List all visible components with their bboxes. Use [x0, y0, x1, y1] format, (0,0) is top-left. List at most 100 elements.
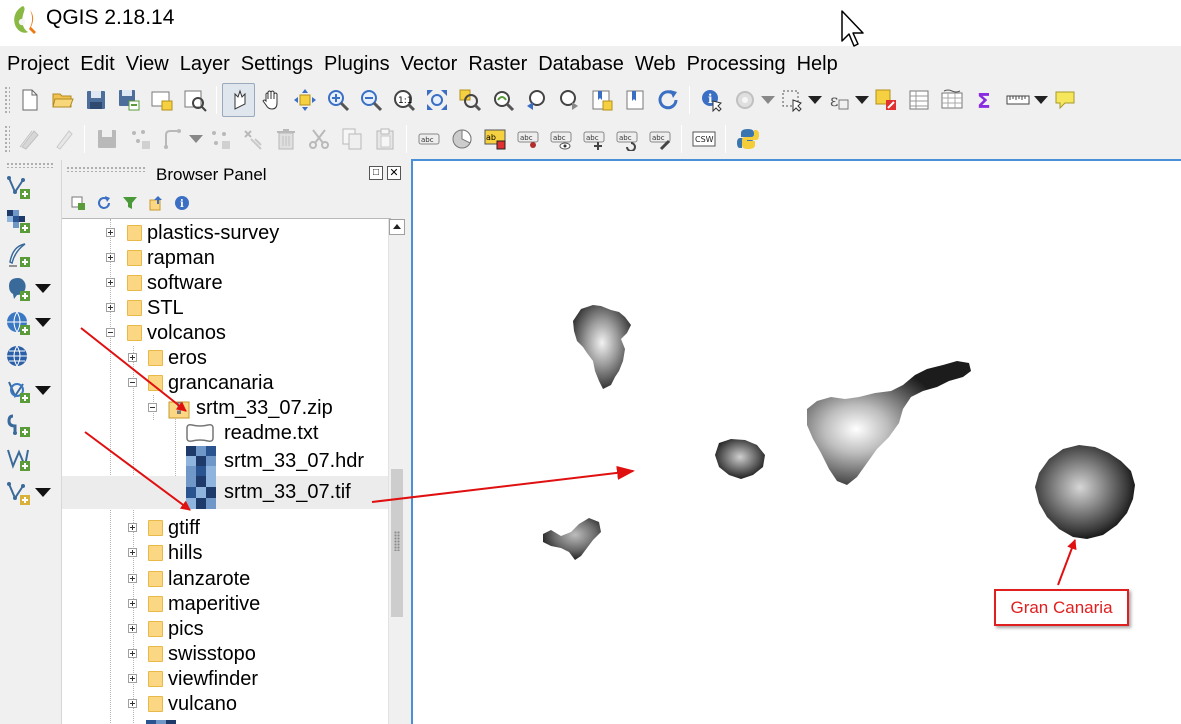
zoom-in-icon[interactable]	[321, 83, 354, 117]
statistics-icon[interactable]: Σ	[968, 83, 1001, 117]
refresh-icon[interactable]	[651, 83, 684, 117]
collapse-toggle[interactable]	[106, 328, 115, 337]
measure-icon[interactable]	[1001, 83, 1034, 117]
zoom-last-icon[interactable]	[519, 83, 552, 117]
open-project-icon[interactable]	[46, 83, 79, 117]
menu-processing[interactable]: Processing	[683, 51, 793, 78]
tree-item-grancanaria[interactable]: grancanaria	[62, 371, 391, 396]
tree-scrollbar[interactable]	[388, 219, 405, 724]
deselect-icon[interactable]	[869, 83, 902, 117]
add-wms-layer-icon[interactable]	[3, 342, 33, 372]
expand-toggle[interactable]	[128, 699, 137, 708]
layer-diagram-icon[interactable]	[445, 122, 478, 156]
expand-toggle[interactable]	[106, 278, 115, 287]
rotate-label-icon[interactable]: abc	[610, 122, 643, 156]
expand-toggle[interactable]	[128, 523, 137, 532]
toolbar-grip[interactable]	[4, 125, 10, 153]
add-virtual-layer-icon[interactable]	[3, 410, 33, 440]
add-mssql-layer-icon[interactable]	[3, 478, 33, 508]
expand-toggle[interactable]	[128, 649, 137, 658]
menu-plugins[interactable]: Plugins	[320, 51, 397, 78]
csw-icon[interactable]: CSW	[687, 122, 720, 156]
new-bookmark-icon[interactable]	[585, 83, 618, 117]
tree-item-vulcano[interactable]: vulcano	[62, 692, 391, 717]
run-feature-action-icon[interactable]	[728, 83, 761, 117]
cut-features-icon[interactable]	[302, 122, 335, 156]
pan-to-selection-icon[interactable]	[288, 83, 321, 117]
tree-item-srtm-tif[interactable]: srtm_33_07.tif	[62, 476, 391, 509]
add-oracle-layer-icon[interactable]	[3, 444, 33, 474]
menu-help[interactable]: Help	[793, 51, 845, 78]
zoom-out-icon[interactable]	[354, 83, 387, 117]
expand-toggle[interactable]	[128, 674, 137, 683]
add-spatialite-layer-dropdown[interactable]	[35, 318, 51, 328]
add-feature-icon[interactable]	[123, 122, 156, 156]
filter-icon[interactable]	[120, 193, 140, 213]
menu-layer[interactable]: Layer	[176, 51, 237, 78]
measure-dropdown[interactable]	[1034, 83, 1048, 117]
select-by-expression-icon[interactable]: ε	[822, 83, 855, 117]
highlight-pinned-labels-icon[interactable]: ab	[478, 122, 511, 156]
expand-toggle[interactable]	[128, 624, 137, 633]
tree-item-hills[interactable]: hills	[62, 541, 391, 566]
tree-item-stl[interactable]: STL	[62, 296, 391, 321]
refresh-icon[interactable]	[94, 193, 114, 213]
new-project-icon[interactable]	[13, 83, 46, 117]
menu-web[interactable]: Web	[631, 51, 683, 78]
new-print-composer-icon[interactable]	[145, 83, 178, 117]
menu-database[interactable]: Database	[534, 51, 631, 78]
zoom-to-selection-icon[interactable]	[453, 83, 486, 117]
menu-raster[interactable]: Raster	[464, 51, 534, 78]
show-bookmarks-icon[interactable]	[618, 83, 651, 117]
collapse-toggle[interactable]	[148, 403, 157, 412]
add-selected-layers-icon[interactable]	[68, 193, 88, 213]
add-spatialite-layer-icon[interactable]	[3, 308, 33, 338]
zoom-native-icon[interactable]: 1:1	[387, 83, 420, 117]
expand-toggle[interactable]	[128, 599, 137, 608]
collapse-toggle[interactable]	[128, 378, 137, 387]
tree-item-readme[interactable]: readme.txt	[62, 421, 391, 446]
delete-part-icon[interactable]	[236, 122, 269, 156]
panel-float-button[interactable]: □	[369, 166, 383, 180]
tree-item-eros[interactable]: eros	[62, 346, 391, 371]
save-project-icon[interactable]	[79, 83, 112, 117]
expand-toggle[interactable]	[128, 353, 137, 362]
expand-toggle[interactable]	[128, 574, 137, 583]
identify-icon[interactable]: i	[695, 83, 728, 117]
add-wfs-layer-dropdown[interactable]	[35, 386, 51, 396]
expand-toggle[interactable]	[106, 228, 115, 237]
run-feature-action-dropdown[interactable]	[761, 83, 775, 117]
tree-item-gtiff[interactable]: gtiff	[62, 516, 391, 541]
tree-item-srtm-hdr[interactable]: srtm_33_07.hdr	[62, 446, 391, 476]
field-calculator-icon[interactable]	[935, 83, 968, 117]
toolbar-grip[interactable]	[6, 162, 54, 168]
pan-hand-icon[interactable]	[255, 83, 288, 117]
current-edits-icon[interactable]	[13, 122, 46, 156]
scroll-thumb[interactable]	[391, 469, 403, 617]
pan-map-icon[interactable]	[222, 83, 255, 117]
tree-item-software[interactable]: software	[62, 271, 391, 296]
pin-labels-icon[interactable]: abc	[511, 122, 544, 156]
zoom-next-icon[interactable]	[552, 83, 585, 117]
menu-project[interactable]: Project	[3, 51, 76, 78]
tree-item-lanzarote[interactable]: lanzarote	[62, 567, 391, 592]
digitize-dropdown[interactable]	[189, 122, 203, 156]
properties-icon[interactable]: i	[172, 193, 192, 213]
add-delimited-text-icon[interactable]	[3, 240, 33, 270]
tree-item-pics[interactable]: pics	[62, 617, 391, 642]
select-features-dropdown[interactable]	[808, 83, 822, 117]
add-wfs-layer-icon[interactable]	[3, 376, 33, 406]
save-edits-icon[interactable]	[90, 122, 123, 156]
select-features-icon[interactable]	[775, 83, 808, 117]
add-postgis-layer-dropdown[interactable]	[35, 284, 51, 294]
panel-grip[interactable]	[66, 166, 146, 172]
layer-labeling-icon[interactable]: abc	[412, 122, 445, 156]
toolbar-grip[interactable]	[4, 86, 10, 114]
menu-settings[interactable]: Settings	[237, 51, 320, 78]
tree-item-rapman[interactable]: rapman	[62, 246, 391, 271]
toggle-editing-icon[interactable]	[46, 122, 79, 156]
menu-view[interactable]: View	[122, 51, 176, 78]
show-hide-labels-icon[interactable]: abc	[544, 122, 577, 156]
save-as-icon[interactable]	[112, 83, 145, 117]
tree-item-viewfinder[interactable]: viewfinder	[62, 667, 391, 692]
